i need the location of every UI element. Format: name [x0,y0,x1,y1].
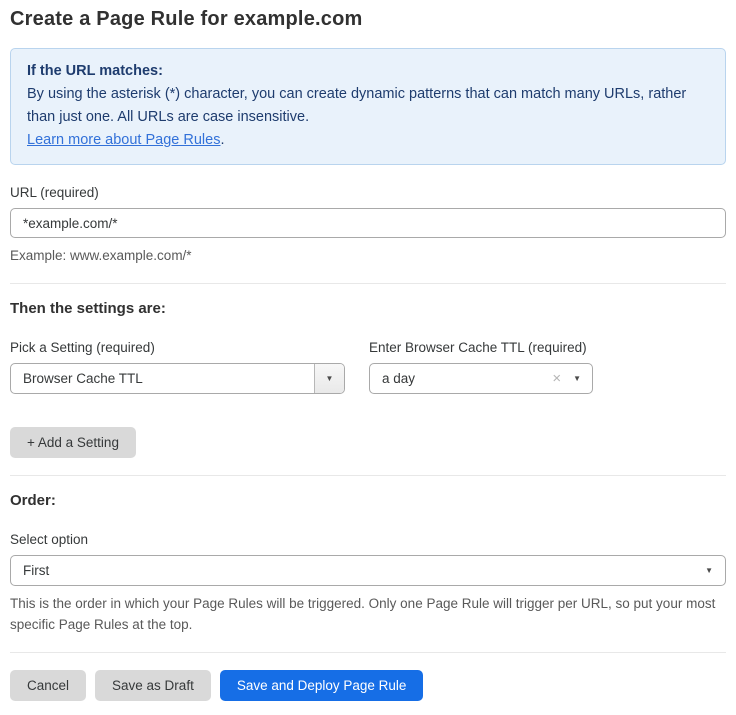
settings-row: Pick a Setting (required) Browser Cache … [10,340,726,394]
order-select-label: Select option [10,532,726,547]
chevron-down-icon: ▼ [573,375,581,383]
setting-picker-label: Pick a Setting (required) [10,340,345,355]
url-example-helper: Example: www.example.com/* [10,245,726,266]
setting-picker-select[interactable]: Browser Cache TTL ▼ [10,363,345,394]
learn-more-link[interactable]: Learn more about Page Rules [27,132,220,148]
info-box-link-line: Learn more about Page Rules. [27,129,709,152]
divider [10,283,726,284]
save-as-draft-button[interactable]: Save as Draft [95,670,211,701]
order-section-heading: Order: [10,492,726,509]
divider [10,475,726,476]
chevron-down-icon: ▼ [705,567,713,575]
save-and-deploy-button[interactable]: Save and Deploy Page Rule [220,670,424,701]
ttl-picker-label: Enter Browser Cache TTL (required) [369,340,593,355]
chevron-down-icon: ▼ [326,375,334,383]
link-period: . [220,132,224,148]
ttl-picker-icons: × ▼ [552,364,592,393]
info-box-body: By using the asterisk (*) character, you… [27,83,709,129]
clear-icon[interactable]: × [552,371,561,386]
add-setting-wrap: + Add a Setting [10,427,726,458]
setting-picker-value: Browser Cache TTL [11,364,314,393]
ttl-picker-value: a day [370,364,552,393]
add-setting-button[interactable]: + Add a Setting [10,427,136,458]
cancel-button[interactable]: Cancel [10,670,86,701]
setting-picker-arrow-button[interactable]: ▼ [314,364,344,393]
info-box-heading: If the URL matches: [27,60,709,83]
page-title: Create a Page Rule for example.com [10,8,726,31]
ttl-picker-select[interactable]: a day × ▼ [369,363,593,394]
settings-section-heading: Then the settings are: [10,300,726,317]
url-match-info-box: If the URL matches: By using the asteris… [10,48,726,165]
order-select[interactable]: First ▼ [10,555,726,586]
order-helper-text: This is the order in which your Page Rul… [10,593,726,635]
url-field-label: URL (required) [10,185,726,200]
footer-button-row: Cancel Save as Draft Save and Deploy Pag… [10,670,726,701]
divider [10,652,726,653]
url-input[interactable] [10,208,726,238]
order-select-value: First [23,563,49,578]
ttl-picker-column: Enter Browser Cache TTL (required) a day… [369,340,593,394]
setting-picker-column: Pick a Setting (required) Browser Cache … [10,340,345,394]
